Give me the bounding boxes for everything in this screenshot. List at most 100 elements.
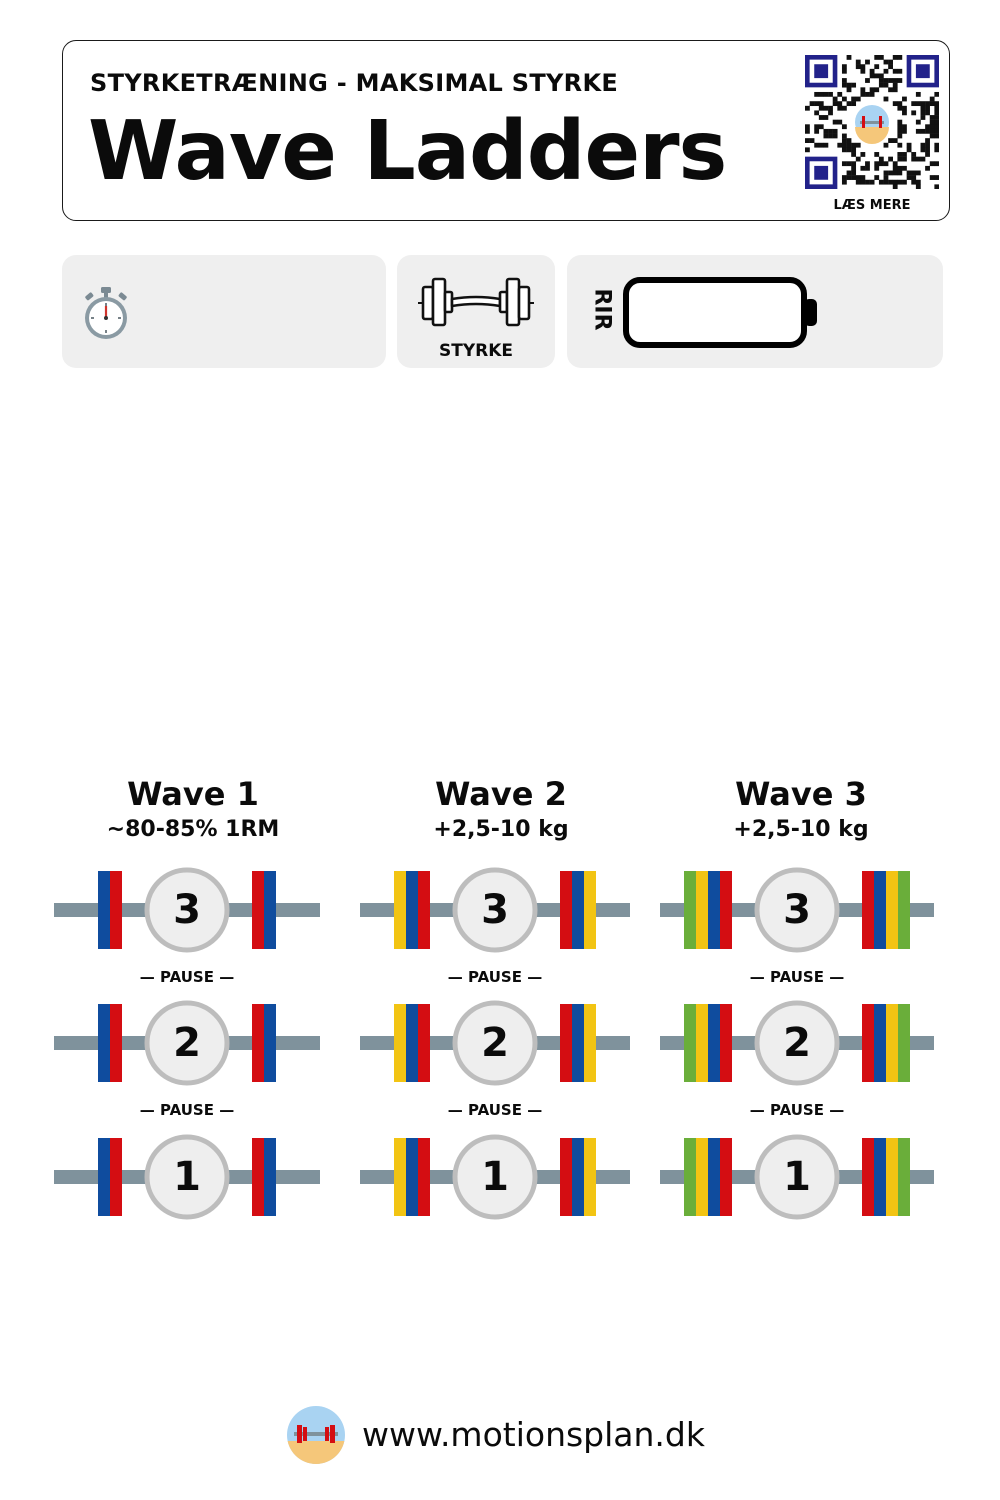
pause-label: — PAUSE — — [447, 968, 543, 986]
rep-circle — [452, 867, 538, 953]
rep-circle — [144, 867, 230, 953]
right-weight-plate — [560, 1004, 572, 1082]
left-weight-plate — [110, 871, 122, 949]
pause-label: — PAUSE — — [749, 1101, 845, 1119]
barbell-set-3-3 — [660, 1134, 934, 1220]
right-weight-plate — [862, 1138, 874, 1216]
left-weight-plate — [684, 1138, 696, 1216]
barbell-set-1-3 — [54, 1134, 320, 1220]
rep-count: 2 — [783, 1020, 811, 1066]
right-weight-plate — [252, 1004, 264, 1082]
rep-count: 3 — [481, 887, 509, 933]
rep-circle — [452, 1134, 538, 1220]
rep-count: 1 — [481, 1154, 509, 1200]
barbell-bar — [54, 1036, 320, 1050]
barbell-set-2-3 — [360, 1134, 630, 1220]
left-weight-plate — [418, 1004, 430, 1082]
left-weight-plate — [98, 871, 110, 949]
wave-1-load: ~80-85% 1RM — [106, 817, 280, 842]
category-subtitle: STYRKETRÆNING - MAKSIMAL STYRKE — [90, 69, 619, 97]
right-weight-plate — [572, 871, 584, 949]
page-title: Wave Ladders — [88, 104, 727, 199]
barbell-icon — [418, 277, 534, 327]
barbell-set-2-1 — [360, 867, 630, 953]
barbell-bar — [660, 903, 934, 917]
wave-2-heading: Wave 2 +2,5-10 kg — [351, 775, 651, 845]
training-type-label: STYRKE — [438, 341, 514, 361]
left-weight-plate — [394, 871, 406, 949]
rep-circle — [754, 867, 840, 953]
rir-panel: RIR — [567, 255, 943, 368]
right-weight-plate — [874, 871, 886, 949]
right-weight-plate — [862, 1004, 874, 1082]
barbell-bar — [360, 1170, 630, 1184]
left-weight-plate — [720, 1004, 732, 1082]
website-link[interactable]: www.motionsplan.dk — [362, 1415, 705, 1454]
training-type-panel: STYRKE — [397, 255, 555, 368]
pause-label: — PAUSE — — [139, 968, 235, 986]
left-weight-plate — [394, 1004, 406, 1082]
left-weight-plate — [110, 1004, 122, 1082]
rep-count: 2 — [173, 1020, 201, 1066]
rir-label: RIR — [589, 288, 615, 331]
rep-count: 3 — [783, 887, 811, 933]
right-weight-plate — [264, 1138, 276, 1216]
left-weight-plate — [418, 1138, 430, 1216]
right-weight-plate — [862, 871, 874, 949]
left-weight-plate — [696, 1004, 708, 1082]
wave-2-title: Wave 2 — [435, 775, 567, 813]
stopwatch-icon — [85, 287, 127, 339]
right-weight-plate — [584, 1138, 596, 1216]
battery-icon — [623, 277, 817, 348]
right-weight-plate — [874, 1004, 886, 1082]
wave-3-heading: Wave 3 +2,5-10 kg — [651, 775, 951, 845]
left-weight-plate — [394, 1138, 406, 1216]
motionsplan-logo-icon — [287, 1406, 345, 1464]
right-weight-plate — [874, 1138, 886, 1216]
time-panel — [62, 255, 386, 368]
left-weight-plate — [696, 871, 708, 949]
barbell-bar — [360, 1036, 630, 1050]
barbell-set-3-2 — [660, 1000, 934, 1086]
qr-code-icon[interactable] — [805, 55, 939, 189]
right-weight-plate — [264, 871, 276, 949]
left-weight-plate — [708, 1004, 720, 1082]
barbell-bar — [360, 903, 630, 917]
left-weight-plate — [98, 1138, 110, 1216]
qr-label[interactable]: LÆS MERE — [805, 198, 939, 213]
wave-1-title: Wave 1 — [127, 775, 259, 813]
barbell-bar — [660, 1036, 934, 1050]
left-weight-plate — [418, 871, 430, 949]
barbell-bar — [660, 1170, 934, 1184]
wave-1-heading: Wave 1 ~80-85% 1RM — [43, 775, 343, 845]
right-weight-plate — [252, 871, 264, 949]
barbell-set-3-1 — [660, 867, 934, 953]
header-card: STYRKETRÆNING - MAKSIMAL STYRKE Wave Lad… — [62, 40, 950, 221]
left-weight-plate — [406, 871, 418, 949]
barbell-set-2-2 — [360, 1000, 630, 1086]
right-weight-plate — [898, 1004, 910, 1082]
rep-circle — [452, 1000, 538, 1086]
right-weight-plate — [898, 1138, 910, 1216]
right-weight-plate — [252, 1138, 264, 1216]
right-weight-plate — [584, 871, 596, 949]
left-weight-plate — [110, 1138, 122, 1216]
right-weight-plate — [886, 871, 898, 949]
right-weight-plate — [560, 871, 572, 949]
wave-3-load: +2,5-10 kg — [733, 817, 869, 842]
right-weight-plate — [584, 1004, 596, 1082]
pause-label: — PAUSE — — [749, 968, 845, 986]
pause-label: — PAUSE — — [447, 1101, 543, 1119]
left-weight-plate — [708, 1138, 720, 1216]
left-weight-plate — [720, 871, 732, 949]
left-weight-plate — [720, 1138, 732, 1216]
left-weight-plate — [684, 871, 696, 949]
wave-ladders: 3 2 1 — PAUSE — — PAUSE — 3 2 1 — PAUSE — — PAUSE… — [0, 0, 1000, 1500]
left-weight-plate — [708, 871, 720, 949]
right-weight-plate — [572, 1004, 584, 1082]
rep-count: 3 — [173, 887, 201, 933]
rep-count: 2 — [481, 1020, 509, 1066]
right-weight-plate — [560, 1138, 572, 1216]
right-weight-plate — [886, 1138, 898, 1216]
left-weight-plate — [98, 1004, 110, 1082]
